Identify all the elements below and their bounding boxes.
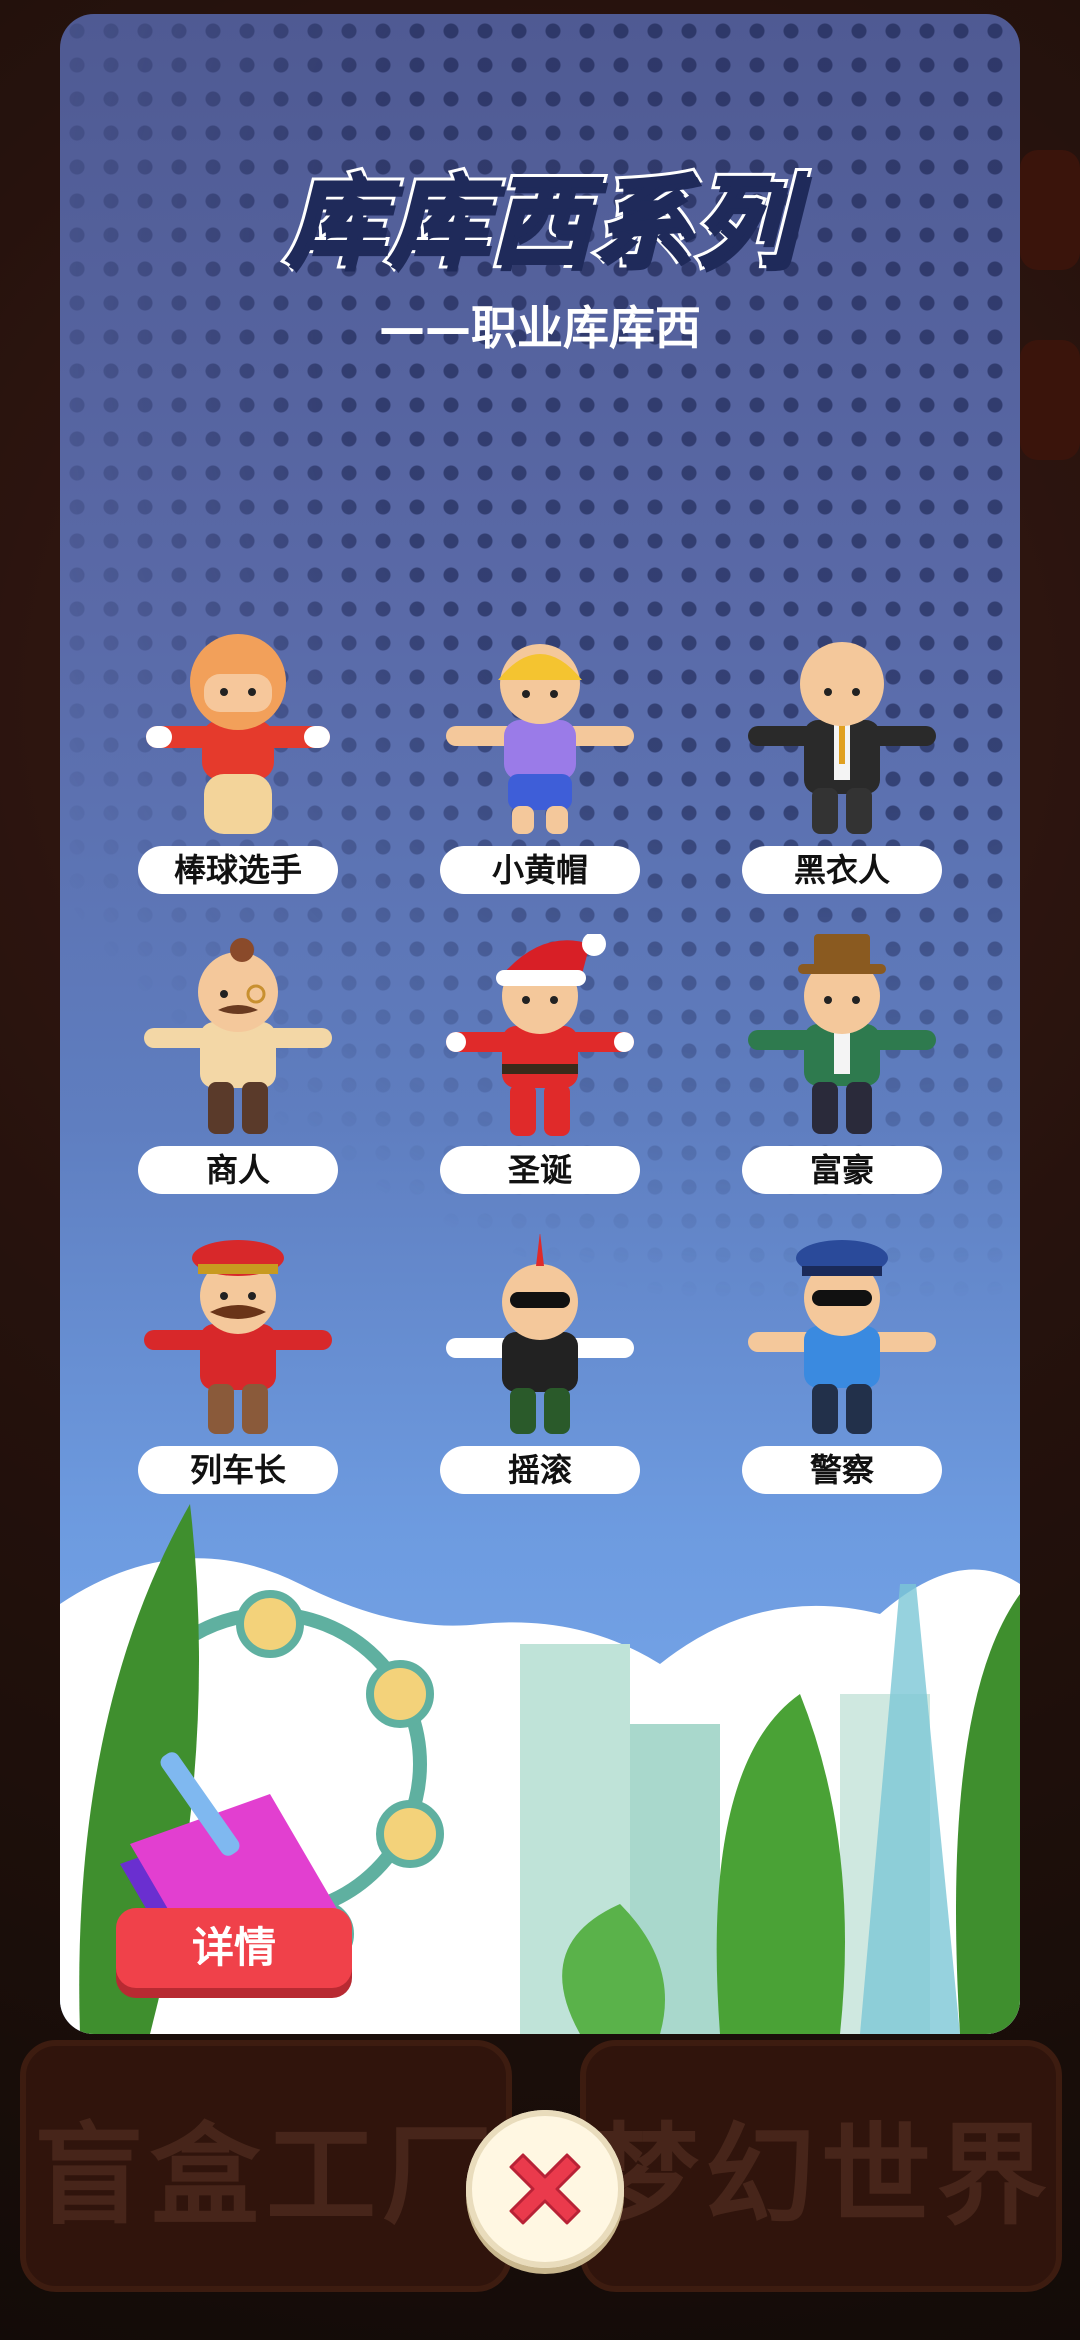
series-title: 库库西系列 [282,160,796,283]
close-icon [509,2153,581,2225]
christmas-figure-icon [446,934,634,1136]
baseball-player-figure-icon [146,634,330,834]
character-label: 富豪 [742,1146,942,1194]
series-modal: 库库西系列 ——职业库库西 棒球选手 小黄帽 黑衣人 商人 圣诞 富豪 列车长 … [60,14,1020,2034]
police-figure-icon [748,1240,936,1434]
yellow-cap-figure-icon [446,644,634,834]
character-card[interactable]: 小黄帽 [440,634,640,894]
character-label: 棒球选手 [138,846,338,894]
character-label: 圣诞 [440,1146,640,1194]
character-card[interactable]: 商人 [138,934,338,1194]
rocker-figure-icon [446,1234,634,1434]
character-label: 小黄帽 [440,846,640,894]
character-card[interactable]: 富豪 [742,934,942,1194]
conductor-figure-icon [144,1240,332,1434]
character-card[interactable]: 黑衣人 [742,634,942,894]
close-button[interactable] [466,2110,624,2268]
merchant-figure-icon [144,938,332,1134]
character-label: 商人 [138,1146,338,1194]
details-button[interactable]: 详情 [116,1908,352,1988]
character-card[interactable]: 摇滚 [440,1234,640,1494]
tycoon-figure-icon [748,934,936,1134]
character-card[interactable]: 警察 [742,1234,942,1494]
character-card[interactable]: 棒球选手 [138,634,338,894]
character-card[interactable]: 圣诞 [440,934,640,1194]
character-card[interactable]: 列车长 [138,1234,338,1494]
man-in-black-figure-icon [748,642,936,834]
character-label: 黑衣人 [742,846,942,894]
series-subtitle: ——职业库库西 [379,301,701,355]
